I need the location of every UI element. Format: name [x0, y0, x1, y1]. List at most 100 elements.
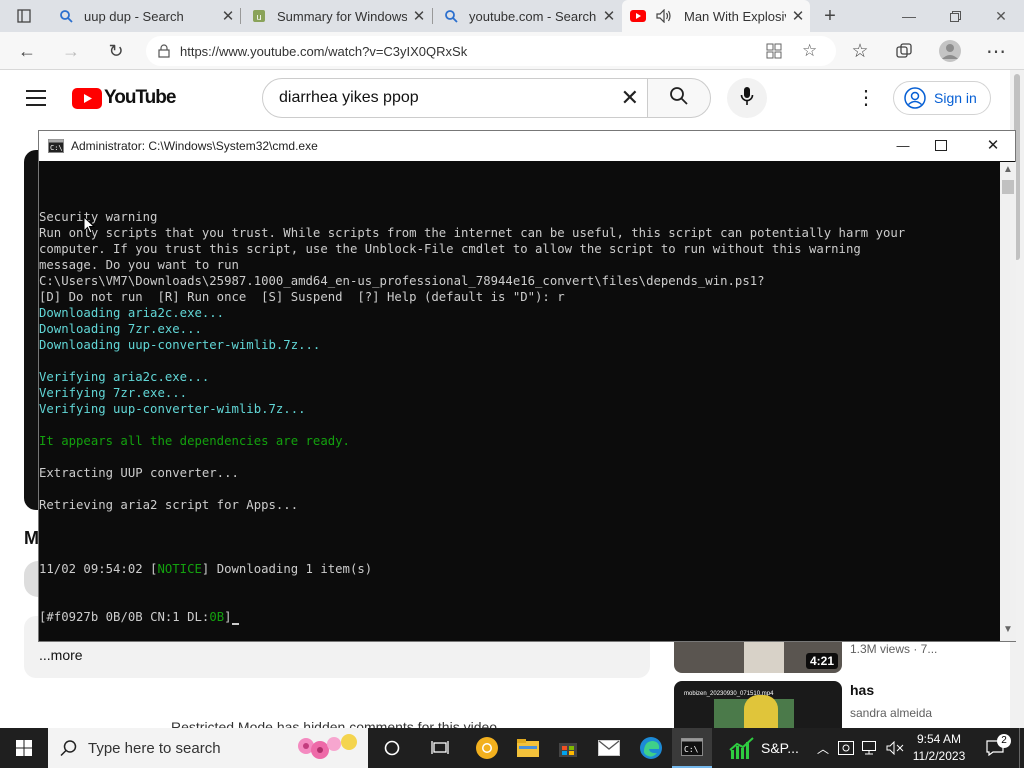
terminal-cursor: [231, 623, 239, 625]
command-prompt-taskbar-icon[interactable]: C:\: [672, 728, 712, 768]
refresh-icon[interactable]: ↻: [101, 38, 131, 64]
address-bar[interactable]: https://www.youtube.com/watch?v=C3yIX0QR…: [146, 36, 836, 66]
show-more-link[interactable]: ...more: [39, 647, 83, 663]
chrome-canary-icon[interactable]: [467, 728, 507, 768]
microphone-icon: [740, 86, 754, 111]
lock-icon[interactable]: [158, 44, 170, 58]
mail-icon[interactable]: [589, 728, 629, 768]
network-icon[interactable]: [860, 728, 880, 768]
maximize-icon[interactable]: [935, 140, 947, 151]
minimize-icon[interactable]: —: [889, 131, 917, 161]
terminal-line: It appears all the dependencies are read…: [39, 434, 350, 448]
tab-uup-dup-search[interactable]: uup dup - Search ✕: [50, 0, 240, 32]
show-desktop-button[interactable]: [1019, 728, 1024, 768]
close-tab-icon[interactable]: ✕: [786, 7, 810, 25]
terminal-line-progress: [#f0927b 0B/0B CN:1 DL:0B]: [39, 609, 999, 625]
terminal-lines: Security warning Run only scripts that yo…: [39, 209, 999, 529]
video-player[interactable]: [24, 150, 38, 510]
apps-icon[interactable]: [766, 43, 782, 62]
tab-youtube-search[interactable]: youtube.com - Search ✕: [435, 0, 621, 32]
flowers-search-highlight-icon: [294, 732, 360, 764]
profile-avatar[interactable]: [935, 38, 965, 64]
search-input[interactable]: diarrhea yikes ppop ✕: [262, 78, 648, 118]
terminal-line-notice: 11/02 09:54:02 [NOTICE] Downloading 1 it…: [39, 562, 373, 576]
forward-arrow-icon[interactable]: →: [56, 38, 86, 64]
cortana-icon[interactable]: [372, 728, 412, 768]
microsoft-store-icon[interactable]: [548, 728, 588, 768]
svg-text:C:\: C:\: [684, 745, 699, 754]
taskbar-search-placeholder: Type here to search: [88, 739, 221, 757]
tab-actions-icon[interactable]: [10, 0, 38, 32]
stock-chart-icon: [729, 736, 755, 760]
cmd-title: Administrator: C:\Windows\System32\cmd.e…: [71, 139, 318, 153]
tab-youtube-video[interactable]: Man With Explosiv ✕: [622, 0, 810, 32]
progress-dl-label: DL:: [187, 610, 210, 624]
clock-time: 9:54 AM: [916, 732, 962, 746]
search-icon: [60, 739, 78, 757]
tab-summary-windows[interactable]: u Summary for Windows ✕: [243, 0, 431, 32]
close-tab-icon[interactable]: ✕: [216, 7, 240, 25]
sign-in-button[interactable]: Sign in: [893, 81, 991, 115]
desktop: uup dup - Search ✕ u Summary for Windows…: [0, 0, 1024, 768]
stock-widget[interactable]: S&P...: [725, 728, 810, 768]
cmd-window[interactable]: C:\ Administrator: C:\Windows\System32\c…: [38, 130, 1016, 642]
clock[interactable]: 9:54 AM 11/2/2023: [912, 731, 966, 765]
windows-start-icon[interactable]: [0, 728, 48, 768]
back-arrow-icon[interactable]: ←: [12, 38, 42, 64]
close-window-icon[interactable]: ✕: [978, 0, 1024, 32]
search-query-text: diarrhea yikes ppop: [279, 89, 419, 106]
volume-muted-icon[interactable]: [884, 728, 906, 768]
taskbar-search-box[interactable]: Type here to search: [48, 728, 368, 768]
progress-dl: 0B: [209, 610, 225, 624]
edge-browser-icon[interactable]: [630, 728, 672, 768]
browser-toolbar: ← → ↻ https://www.youtube.com/watch?v=C3…: [0, 32, 1024, 70]
clear-search-icon[interactable]: ✕: [621, 85, 639, 111]
close-tab-icon[interactable]: ✕: [407, 7, 431, 25]
menu-icon[interactable]: [26, 90, 46, 108]
channel-avatar[interactable]: [24, 561, 38, 597]
tab-label: Summary for Windows: [277, 8, 407, 24]
notice-time: 11/02 09:54:02: [39, 562, 143, 576]
search-button[interactable]: [647, 78, 711, 118]
file-explorer-icon[interactable]: [508, 728, 548, 768]
add-favorite-icon[interactable]: ☆: [802, 41, 817, 61]
video-title[interactable]: has: [850, 682, 874, 698]
cmd-scrollbar-thumb[interactable]: [1002, 180, 1014, 194]
meet-now-icon[interactable]: [836, 728, 856, 768]
terminal-line: Downloading uup-converter-wimlib.7z...: [39, 338, 321, 352]
favorites-icon[interactable]: ☆: [845, 38, 875, 64]
restore-icon[interactable]: [932, 0, 978, 32]
terminal-line: Run only scripts that you trust. While s…: [39, 226, 906, 240]
terminal-line: Verifying uup-converter-wimlib.7z...: [39, 402, 306, 416]
cmd-scrollbar[interactable]: ▲ ▼: [1000, 162, 1016, 641]
terminal-line: Downloading 7zr.exe...: [39, 322, 202, 336]
cmd-title-bar[interactable]: C:\ Administrator: C:\Windows\System32\c…: [39, 131, 1015, 161]
scroll-down-icon[interactable]: ▼: [1003, 624, 1013, 635]
speaker-icon[interactable]: [656, 8, 672, 24]
more-options-icon[interactable]: ⋮: [856, 88, 876, 110]
chevron-up-icon[interactable]: ︿: [814, 728, 832, 768]
task-view-icon[interactable]: [420, 728, 460, 768]
scroll-up-icon[interactable]: ▲: [1003, 164, 1013, 175]
video-thumbnail[interactable]: 4:21: [674, 640, 842, 673]
settings-more-icon[interactable]: ⋯: [981, 38, 1011, 64]
collections-icon[interactable]: [889, 38, 919, 64]
terminal-output[interactable]: Security warning Run only scripts that yo…: [39, 177, 999, 641]
sign-in-label: Sign in: [934, 90, 977, 106]
channel-name[interactable]: sandra almeida: [850, 706, 932, 720]
video-title-fragment: M: [24, 528, 39, 548]
restricted-mode-notice: Restricted Mode has hidden comments for …: [171, 719, 501, 728]
terminal-line: [D] Do not run [R] Run once [S] Suspend …: [39, 290, 565, 304]
youtube-logo[interactable]: YouTube: [72, 87, 176, 109]
minimize-icon[interactable]: —: [886, 0, 932, 32]
voice-search-button[interactable]: [727, 78, 767, 118]
new-tab-icon[interactable]: +: [818, 0, 842, 32]
clock-date: 11/2/2023: [912, 749, 966, 763]
video-thumbnail[interactable]: mobizen_20230930_071510.mp4: [674, 681, 842, 728]
close-tab-icon[interactable]: ✕: [597, 7, 621, 25]
video-duration: 4:21: [805, 653, 838, 669]
close-window-icon[interactable]: ✕: [979, 131, 1007, 161]
